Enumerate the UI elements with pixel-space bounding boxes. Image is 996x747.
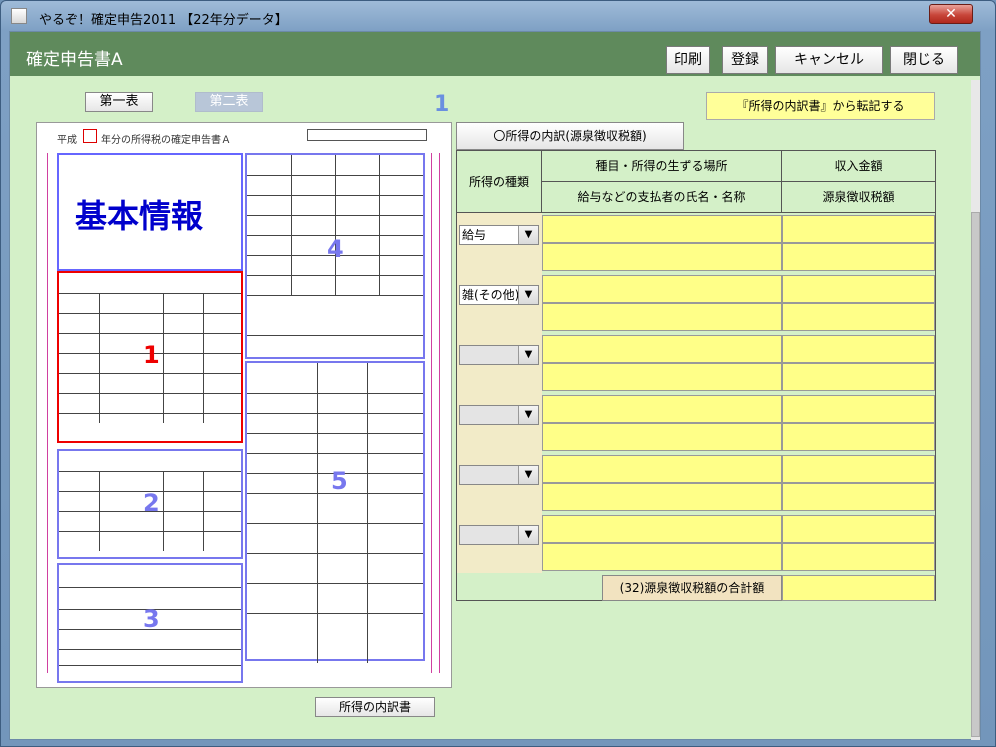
- app-icon: [11, 8, 27, 24]
- form-title-prefix: 平成: [57, 135, 77, 146]
- row-6-income-field[interactable]: [782, 515, 935, 543]
- total-tax-field[interactable]: [782, 575, 935, 601]
- col-header-place: 種目・所得の生ずる場所: [542, 151, 782, 182]
- row-4-tax-field[interactable]: [782, 423, 935, 451]
- row-3-payer-field[interactable]: [542, 363, 782, 391]
- row-4-income-field[interactable]: [782, 395, 935, 423]
- col-header-payer: 給与などの支払者の氏名・名称: [542, 182, 782, 213]
- row-5-income-field[interactable]: [782, 455, 935, 483]
- row-1-place-field[interactable]: [542, 215, 782, 243]
- transfer-note: 『所得の内訳書』から転記する: [706, 92, 935, 120]
- row-4-payer-field[interactable]: [542, 423, 782, 451]
- zone-2-number: 2: [143, 489, 160, 517]
- print-button[interactable]: 印刷: [666, 46, 710, 74]
- row-4-place-field[interactable]: [542, 395, 782, 423]
- cancel-button[interactable]: キャンセル: [775, 46, 883, 74]
- col-header-tax: 源泉徴収税額: [782, 182, 935, 213]
- row-2-tax-field[interactable]: [782, 303, 935, 331]
- window-close-button[interactable]: ✕: [929, 4, 973, 24]
- row-5-payer-field[interactable]: [542, 483, 782, 511]
- close-button[interactable]: 閉じる: [890, 46, 958, 74]
- zone-number-top: 1: [434, 92, 450, 117]
- form-title: 年分の所得税の確定申告書Ａ: [101, 135, 231, 146]
- row-6-payer-field[interactable]: [542, 543, 782, 571]
- form-number-box: [307, 129, 427, 141]
- zone-basic-info[interactable]: 基本情報: [57, 153, 243, 271]
- income-table: 所得の種類 種目・所得の生ずる場所 給与などの支払者の氏名・名称 収入金額 源泉…: [456, 150, 936, 601]
- zone-3-special-provisions[interactable]: 3: [57, 563, 243, 683]
- col-header-type: 所得の種類: [457, 151, 542, 213]
- row-5-tax-field[interactable]: [782, 483, 935, 511]
- row-1-income-field[interactable]: [782, 215, 935, 243]
- row-1-type-select[interactable]: 給与 ▼: [459, 225, 539, 245]
- row-5-place-field[interactable]: [542, 455, 782, 483]
- row-1-tax-field[interactable]: [782, 243, 935, 271]
- zone-3-number: 3: [143, 605, 160, 633]
- scrollbar-thumb[interactable]: [971, 212, 980, 737]
- row-1-type-value: 給与: [462, 228, 487, 242]
- row-2-type-select[interactable]: 雑(その他) ▼: [459, 285, 539, 305]
- row-2-payer-field[interactable]: [542, 303, 782, 331]
- zone-4-number: 4: [327, 235, 344, 263]
- zone-4-deductions[interactable]: 4: [245, 153, 425, 359]
- row-3-tax-field[interactable]: [782, 363, 935, 391]
- row-2-place-field[interactable]: [542, 275, 782, 303]
- row-6-place-field[interactable]: [542, 515, 782, 543]
- page-title: 確定申告書A: [26, 50, 123, 70]
- chevron-down-icon[interactable]: ▼: [518, 406, 538, 424]
- zone-5-number: 5: [331, 467, 348, 495]
- chevron-down-icon[interactable]: ▼: [518, 526, 538, 544]
- row-1-payer-field[interactable]: [542, 243, 782, 271]
- total-tax-label: (32)源泉徴収税額の合計額: [602, 575, 782, 601]
- chevron-down-icon[interactable]: ▼: [518, 346, 538, 364]
- app-window: やるぞ！確定申告2011 【22年分データ】 ✕ 確定申告書A 印刷 登録 キャ…: [0, 0, 996, 747]
- row-2-income-field[interactable]: [782, 275, 935, 303]
- register-button[interactable]: 登録: [722, 46, 768, 74]
- window-title: やるぞ！確定申告2011 【22年分データ】: [39, 13, 288, 28]
- zone-2-misc-income[interactable]: 2: [57, 449, 243, 559]
- basic-info-label: 基本情報: [75, 197, 204, 235]
- row-5-type-select[interactable]: ▼: [459, 465, 539, 485]
- chevron-down-icon[interactable]: ▼: [518, 286, 538, 304]
- form-year-box: [83, 129, 97, 143]
- row-6-tax-field[interactable]: [782, 543, 935, 571]
- row-4-type-select[interactable]: ▼: [459, 405, 539, 425]
- zone-5-dependents[interactable]: 5: [245, 361, 425, 663]
- row-6-type-select[interactable]: ▼: [459, 525, 539, 545]
- chevron-down-icon[interactable]: ▼: [518, 226, 538, 244]
- col-header-income: 収入金額: [782, 151, 935, 182]
- tab-second-sheet[interactable]: 第二表: [195, 92, 263, 112]
- header-bar: 確定申告書A 印刷 登録 キャンセル 閉じる: [10, 32, 980, 76]
- form-preview: 平成 年分の所得税の確定申告書Ａ 基本情報 1 2 3 4 5: [36, 122, 452, 688]
- zone-1-income-details[interactable]: 1: [57, 271, 243, 443]
- row-2-type-value: 雑(その他): [462, 288, 520, 302]
- row-3-type-select[interactable]: ▼: [459, 345, 539, 365]
- income-breakdown-button[interactable]: 所得の内訳書: [315, 697, 435, 717]
- title-bar: やるぞ！確定申告2011 【22年分データ】 ✕: [1, 1, 995, 31]
- row-3-place-field[interactable]: [542, 335, 782, 363]
- row-3-income-field[interactable]: [782, 335, 935, 363]
- tab-income-breakdown[interactable]: 〇所得の内訳(源泉徴収税額): [456, 122, 684, 150]
- chevron-down-icon[interactable]: ▼: [518, 466, 538, 484]
- zone-1-number: 1: [143, 341, 160, 369]
- tab-first-sheet[interactable]: 第一表: [85, 92, 153, 112]
- client-area: 確定申告書A 印刷 登録 キャンセル 閉じる 第一表 第二表 1 平成 年分の所…: [9, 31, 981, 740]
